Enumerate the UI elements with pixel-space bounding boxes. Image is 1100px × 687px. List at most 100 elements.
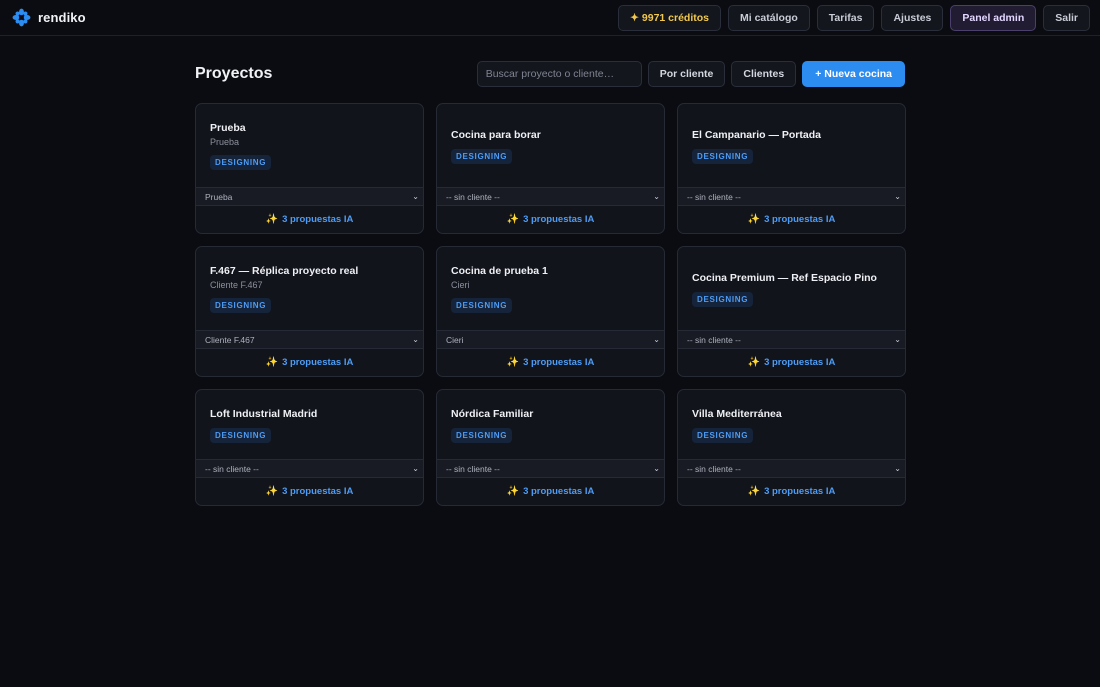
status-badge: DESIGNING	[451, 148, 513, 164]
project-card-body[interactable]: Cocina de prueba 1 Cieri DESIGNING	[437, 247, 664, 330]
project-card[interactable]: Villa Mediterránea DESIGNING -- sin clie…	[677, 389, 906, 506]
project-client: Cieri	[451, 280, 470, 290]
brand[interactable]: rendiko	[12, 8, 86, 27]
sparkles-icon: ✨	[265, 214, 279, 225]
project-card[interactable]: Cocina para borar DESIGNING -- sin clien…	[436, 103, 665, 234]
chevron-down-icon: ⌄	[653, 335, 660, 344]
ai-proposals-link[interactable]: ✨ 3 propuestas IA	[437, 478, 664, 505]
client-select-value: -- sin cliente --	[446, 463, 500, 474]
project-card[interactable]: Nórdica Familiar DESIGNING -- sin client…	[436, 389, 665, 506]
client-select-value: -- sin cliente --	[687, 191, 741, 202]
status-badge: DESIGNING	[692, 427, 754, 443]
flower-logo-icon	[12, 8, 31, 27]
project-card-body[interactable]: Nórdica Familiar DESIGNING	[437, 390, 664, 459]
project-card-body[interactable]: Villa Mediterránea DESIGNING	[678, 390, 905, 459]
clients-button[interactable]: Clientes	[731, 60, 797, 87]
project-card-body[interactable]: Cocina para borar DESIGNING	[437, 104, 664, 187]
ai-proposals-link[interactable]: ✨ 3 propuestas IA	[437, 206, 664, 233]
ai-proposals-link[interactable]: ✨ 3 propuestas IA	[196, 478, 423, 505]
client-select-value: Cliente F.467	[205, 334, 255, 345]
client-select-value: Cieri	[446, 334, 464, 345]
ai-proposals-label: 3 propuestas IA	[282, 214, 354, 225]
project-card[interactable]: Prueba Prueba DESIGNING Prueba ⌄ ✨ 3 pro…	[195, 103, 424, 234]
top-nav: ✦ 9971 créditos Mi catálogo Tarifas Ajus…	[618, 4, 1090, 31]
client-select[interactable]: -- sin cliente -- ⌄	[196, 459, 423, 478]
sparkles-icon: ✨	[747, 214, 761, 225]
brand-name: rendiko	[38, 10, 86, 25]
client-select-value: -- sin cliente --	[205, 463, 259, 474]
client-select[interactable]: -- sin cliente -- ⌄	[437, 187, 664, 206]
project-card[interactable]: El Campanario — Portada DESIGNING -- sin…	[677, 103, 906, 234]
status-badge: DESIGNING	[210, 155, 272, 170]
chevron-down-icon: ⌄	[653, 192, 660, 201]
ai-proposals-link[interactable]: ✨ 3 propuestas IA	[196, 206, 423, 233]
sparkles-icon: ✨	[506, 486, 520, 497]
client-select-value: Prueba	[205, 191, 233, 202]
catalog-button[interactable]: Mi catálogo	[728, 4, 810, 31]
ai-proposals-label: 3 propuestas IA	[764, 214, 836, 225]
project-title: Cocina para borar	[451, 128, 541, 141]
status-badge: DESIGNING	[210, 427, 272, 443]
client-select[interactable]: -- sin cliente -- ⌄	[678, 330, 905, 349]
status-badge: DESIGNING	[451, 427, 513, 443]
ai-proposals-link[interactable]: ✨ 3 propuestas IA	[678, 206, 905, 233]
status-badge: DESIGNING	[692, 291, 754, 307]
project-card-body[interactable]: El Campanario — Portada DESIGNING	[678, 104, 905, 187]
ai-proposals-label: 3 propuestas IA	[523, 214, 595, 225]
sparkles-icon: ✨	[506, 357, 520, 368]
client-select[interactable]: Cieri ⌄	[437, 330, 664, 349]
chevron-down-icon: ⌄	[412, 192, 419, 201]
by-client-button[interactable]: Por cliente	[647, 60, 726, 87]
project-title: Prueba	[210, 122, 246, 134]
project-title: Villa Mediterránea	[692, 407, 782, 420]
sparkles-icon: ✨	[747, 486, 761, 497]
search-input[interactable]	[476, 60, 642, 87]
project-title: Cocina Premium — Ref Espacio Pino	[692, 271, 877, 284]
client-select[interactable]: -- sin cliente -- ⌄	[437, 459, 664, 478]
project-card-body[interactable]: F.467 — Réplica proyecto real Cliente F.…	[196, 247, 423, 330]
project-card[interactable]: Loft Industrial Madrid DESIGNING -- sin …	[195, 389, 424, 506]
ai-proposals-label: 3 propuestas IA	[523, 357, 595, 368]
project-title: El Campanario — Portada	[692, 128, 821, 141]
pricing-button[interactable]: Tarifas	[816, 4, 875, 31]
ai-proposals-label: 3 propuestas IA	[764, 486, 836, 497]
admin-panel-button[interactable]: Panel admin	[950, 4, 1037, 31]
project-card[interactable]: F.467 — Réplica proyecto real Cliente F.…	[195, 246, 424, 377]
chevron-down-icon: ⌄	[894, 335, 901, 344]
client-select[interactable]: -- sin cliente -- ⌄	[678, 459, 905, 478]
credits-button[interactable]: ✦ 9971 créditos	[618, 4, 722, 31]
sparkles-icon: ✨	[265, 486, 279, 497]
ai-proposals-link[interactable]: ✨ 3 propuestas IA	[678, 349, 905, 376]
logout-button[interactable]: Salir	[1043, 4, 1090, 31]
chevron-down-icon: ⌄	[412, 464, 419, 473]
project-card-body[interactable]: Loft Industrial Madrid DESIGNING	[196, 390, 423, 459]
status-badge: DESIGNING	[451, 298, 513, 313]
project-card[interactable]: Cocina de prueba 1 Cieri DESIGNING Cieri…	[436, 246, 665, 377]
ai-proposals-link[interactable]: ✨ 3 propuestas IA	[678, 478, 905, 505]
ai-proposals-label: 3 propuestas IA	[282, 486, 354, 497]
projects-toolbar: Proyectos Por cliente Clientes + Nueva c…	[195, 60, 905, 87]
chevron-down-icon: ⌄	[412, 335, 419, 344]
project-card-body[interactable]: Cocina Premium — Ref Espacio Pino DESIGN…	[678, 247, 905, 330]
project-client: Prueba	[210, 137, 240, 147]
chevron-down-icon: ⌄	[894, 464, 901, 473]
new-kitchen-button[interactable]: + Nueva cocina	[802, 60, 905, 87]
projects-grid: Prueba Prueba DESIGNING Prueba ⌄ ✨ 3 pro…	[195, 103, 906, 506]
status-badge: DESIGNING	[692, 148, 754, 164]
ai-proposals-label: 3 propuestas IA	[764, 357, 836, 368]
settings-button[interactable]: Ajustes	[881, 4, 944, 31]
ai-proposals-link[interactable]: ✨ 3 propuestas IA	[196, 349, 423, 376]
project-card[interactable]: Cocina Premium — Ref Espacio Pino DESIGN…	[677, 246, 906, 377]
ai-proposals-link[interactable]: ✨ 3 propuestas IA	[437, 349, 664, 376]
project-title: Loft Industrial Madrid	[210, 407, 318, 420]
page-title: Proyectos	[195, 64, 273, 82]
project-card-body[interactable]: Prueba Prueba DESIGNING	[196, 104, 423, 187]
client-select[interactable]: Cliente F.467 ⌄	[196, 330, 423, 349]
main-content: Proyectos Por cliente Clientes + Nueva c…	[195, 60, 906, 506]
client-select-value: -- sin cliente --	[446, 191, 500, 202]
chevron-down-icon: ⌄	[894, 192, 901, 201]
sparkles-icon: ✨	[747, 357, 761, 368]
client-select[interactable]: Prueba ⌄	[196, 187, 423, 206]
client-select[interactable]: -- sin cliente -- ⌄	[678, 187, 905, 206]
status-badge: DESIGNING	[210, 298, 272, 313]
